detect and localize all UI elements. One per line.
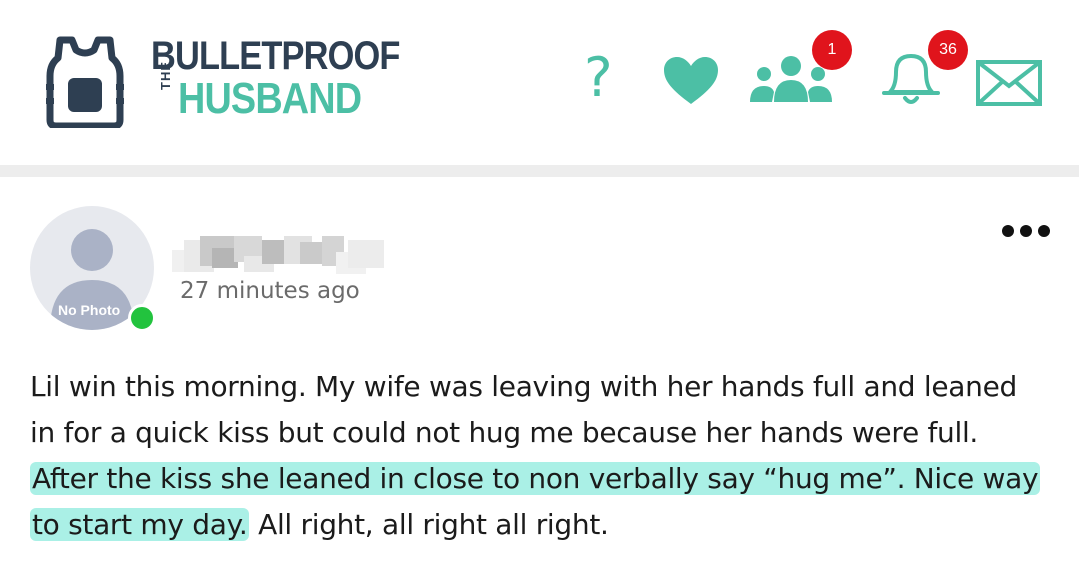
mail-icon[interactable] bbox=[976, 60, 1042, 106]
logo-line1: BULLETPROOF bbox=[151, 34, 400, 78]
username-redacted bbox=[172, 236, 384, 274]
post-body: Lil win this morning. My wife was leavin… bbox=[30, 364, 1050, 548]
heart-icon[interactable] bbox=[662, 56, 720, 106]
logo-line2: HUSBAND bbox=[178, 74, 362, 123]
vest-logo-icon bbox=[46, 36, 124, 128]
online-status-indicator bbox=[128, 304, 156, 332]
help-icon[interactable]: ? bbox=[584, 48, 624, 108]
site-logo[interactable]: BULLETPROOF THE HUSBAND bbox=[46, 30, 406, 130]
post-text-closing: All right, all right all right. bbox=[249, 508, 609, 541]
logo-the: THE bbox=[158, 61, 173, 90]
post-text-plain: Lil win this morning. My wife was leavin… bbox=[30, 370, 1017, 449]
header-divider bbox=[0, 165, 1079, 177]
notifications-badge: 36 bbox=[928, 30, 968, 70]
avatar-no-photo-label: No Photo bbox=[58, 302, 121, 318]
app-header: BULLETPROOF THE HUSBAND ? 1 36 bbox=[0, 0, 1079, 165]
more-options-icon[interactable] bbox=[1000, 222, 1052, 240]
friends-badge: 1 bbox=[812, 30, 852, 70]
post-timestamp: 27 minutes ago bbox=[180, 278, 360, 304]
